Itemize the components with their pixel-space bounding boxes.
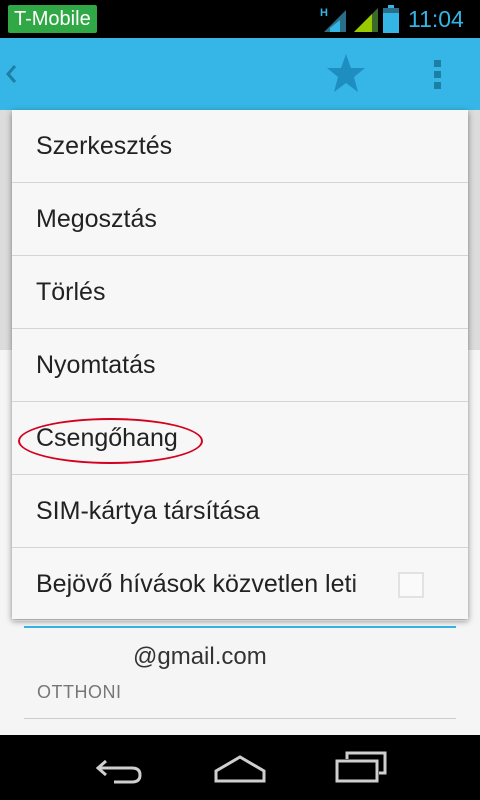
- status-bar: T-Mobile H 11:04: [0, 0, 480, 38]
- menu-item-ringtone[interactable]: Csengőhang: [12, 402, 468, 475]
- text-fade: [352, 564, 392, 604]
- hspa-signal-icon: H: [320, 7, 346, 32]
- menu-item-share[interactable]: Megosztás: [12, 183, 468, 256]
- contact-email[interactable]: @gmail.com: [133, 643, 267, 671]
- nav-back-icon[interactable]: [92, 753, 148, 785]
- action-bar: [0, 38, 480, 110]
- options-menu: Szerkesztés Megosztás Törlés Nyomtatás C…: [12, 110, 468, 621]
- navigation-bar: [0, 735, 480, 800]
- overflow-menu-icon[interactable]: [428, 58, 448, 92]
- clock: 11:04: [408, 6, 464, 32]
- row-divider: [24, 718, 456, 719]
- menu-item-label: Megosztás: [36, 205, 157, 233]
- menu-item-delete[interactable]: Törlés: [12, 256, 468, 329]
- menu-item-label: Törlés: [36, 278, 106, 306]
- star-icon[interactable]: [325, 52, 367, 94]
- menu-item-sim-association[interactable]: SIM-kártya társítása: [12, 475, 468, 548]
- network-type-label: H: [320, 7, 328, 19]
- nav-home-icon[interactable]: [212, 753, 268, 785]
- signal-strength-icon: [354, 8, 378, 32]
- direct-voicemail-checkbox[interactable]: [398, 572, 424, 598]
- menu-item-label: SIM-kártya társítása: [36, 497, 260, 525]
- section-divider: [24, 626, 456, 628]
- menu-item-label: Bejövő hívások közvetlen leti: [36, 570, 358, 598]
- menu-item-label: Nyomtatás: [36, 351, 156, 379]
- carrier-label: T-Mobile: [8, 5, 97, 33]
- menu-item-print[interactable]: Nyomtatás: [12, 329, 468, 402]
- nav-recent-apps-icon[interactable]: [333, 749, 389, 785]
- menu-item-label: Szerkesztés: [36, 132, 173, 160]
- menu-item-edit[interactable]: Szerkesztés: [12, 110, 468, 183]
- email-type-label: OTTHONI: [37, 682, 122, 702]
- highlight-ring: [18, 418, 203, 464]
- back-icon[interactable]: [3, 60, 19, 88]
- battery-icon: [383, 5, 399, 33]
